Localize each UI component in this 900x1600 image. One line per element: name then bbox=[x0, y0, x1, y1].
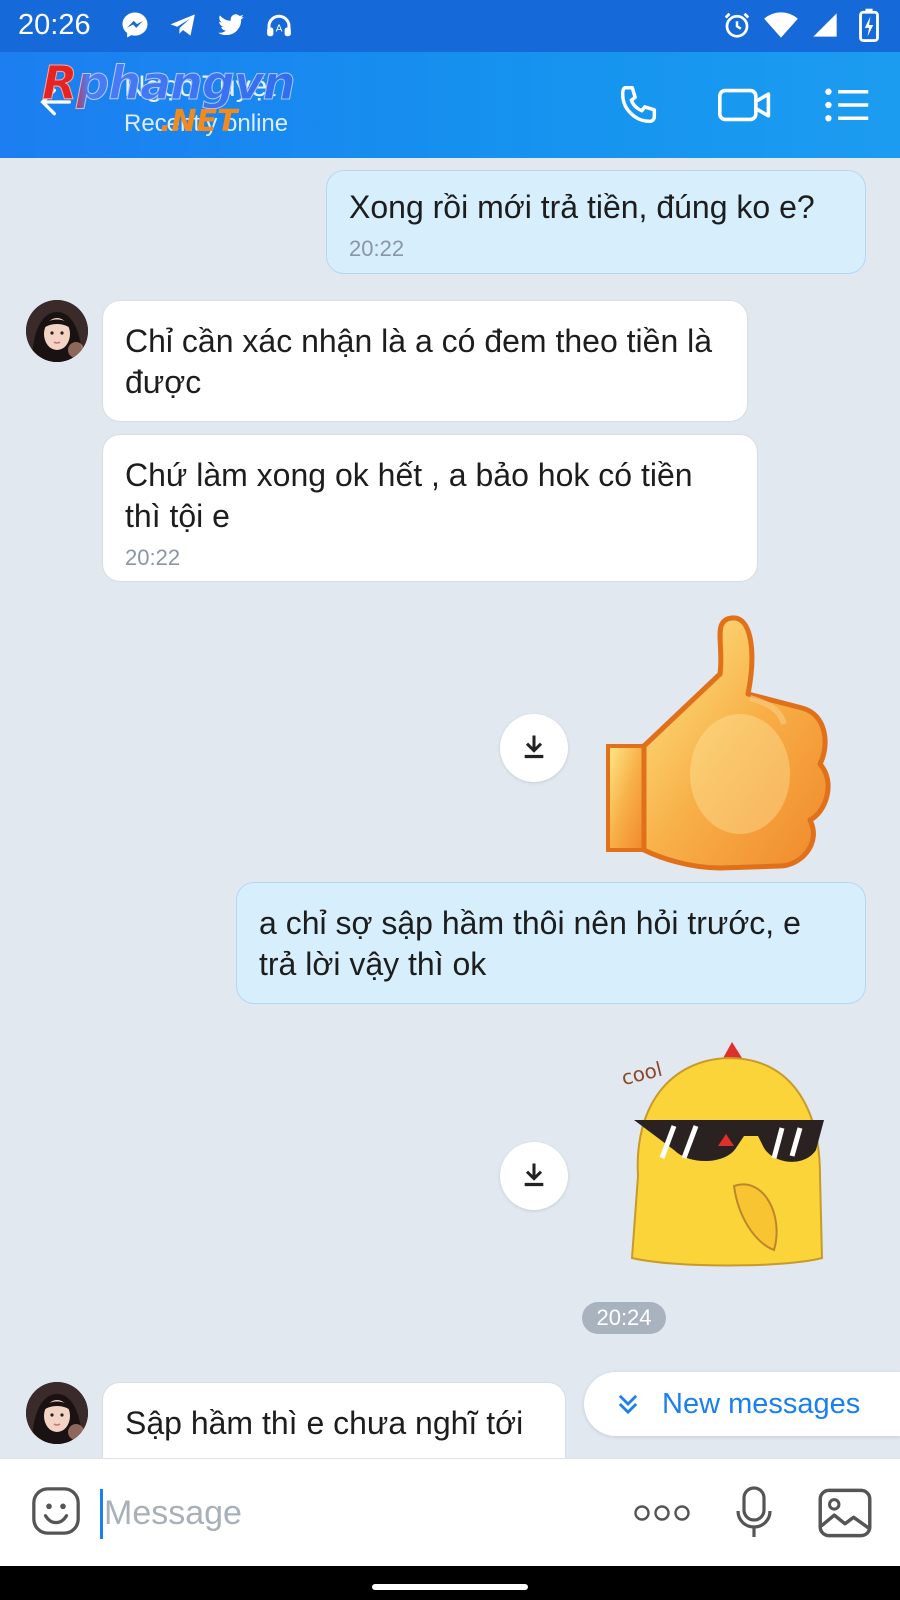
message-bubble-incoming[interactable]: Chỉ cần xác nhận là a có đem theo tiền l… bbox=[102, 300, 748, 422]
download-sticker-button[interactable] bbox=[500, 1142, 568, 1210]
message-text: Sập hầm thì e chưa nghĩ tới bbox=[125, 1405, 524, 1441]
contact-status: Recently online bbox=[124, 110, 289, 137]
message-text: Chỉ cần xác nhận là a có đem theo tiền l… bbox=[125, 323, 713, 400]
message-bubble-incoming[interactable]: Chứ làm xong ok hết , a bảo hok có tiền … bbox=[102, 434, 758, 582]
chat-area[interactable]: Xong rồi mới trả tiền, đúng ko e? 20:22 … bbox=[0, 158, 900, 1458]
emoji-icon[interactable] bbox=[28, 1483, 84, 1539]
double-chevron-down-icon bbox=[614, 1390, 642, 1418]
sticker-cool-text: cool bbox=[619, 1057, 665, 1090]
chat-header: Ngọc Tuyệt Recently online Rphangvn .NET bbox=[0, 52, 900, 158]
message-bubble-outgoing[interactable]: Xong rồi mới trả tiền, đúng ko e? 20:22 bbox=[326, 170, 866, 274]
message-bubble-incoming[interactable]: Sập hầm thì e chưa nghĩ tới bbox=[102, 1382, 566, 1458]
message-text: a chỉ sợ sập hầm thôi nên hỏi trước, e t… bbox=[259, 905, 801, 982]
download-icon bbox=[520, 732, 548, 765]
system-navigation-bar bbox=[0, 1566, 900, 1600]
menu-list-icon[interactable] bbox=[820, 78, 874, 132]
message-bubble-outgoing[interactable]: a chỉ sợ sập hầm thôi nên hỏi trước, e t… bbox=[236, 882, 866, 1004]
image-icon[interactable] bbox=[816, 1485, 874, 1541]
contact-name[interactable]: Ngọc Tuyệt bbox=[124, 70, 276, 104]
message-composer bbox=[0, 1458, 900, 1566]
svg-text:A: A bbox=[276, 23, 283, 34]
download-icon bbox=[520, 1160, 548, 1193]
phone-icon[interactable] bbox=[612, 78, 666, 132]
time-divider: 20:24 bbox=[582, 1302, 666, 1334]
alarm-icon bbox=[720, 8, 754, 42]
twitter-icon bbox=[214, 8, 248, 42]
contact-avatar[interactable] bbox=[26, 300, 88, 362]
message-input[interactable] bbox=[104, 1485, 584, 1541]
microphone-icon[interactable] bbox=[730, 1485, 778, 1541]
status-bar: 20:26 A bbox=[0, 0, 900, 52]
status-time: 20:26 bbox=[18, 9, 91, 41]
new-messages-button[interactable]: New messages bbox=[584, 1372, 900, 1436]
back-arrow-icon[interactable] bbox=[36, 82, 76, 122]
wifi-icon bbox=[764, 8, 798, 42]
new-messages-label: New messages bbox=[662, 1387, 861, 1420]
headset-icon: A bbox=[262, 8, 296, 42]
download-sticker-button[interactable] bbox=[500, 714, 568, 782]
message-time: 20:22 bbox=[349, 236, 405, 261]
message-time: 20:22 bbox=[125, 545, 181, 570]
contact-avatar[interactable] bbox=[26, 1382, 88, 1444]
cool-chick-sticker[interactable]: cool bbox=[614, 1036, 844, 1276]
message-text: Xong rồi mới trả tiền, đúng ko e? bbox=[349, 189, 815, 225]
signal-icon bbox=[808, 8, 842, 42]
home-gesture-handle[interactable] bbox=[372, 1584, 528, 1590]
more-dots-icon[interactable] bbox=[632, 1485, 692, 1541]
battery-charging-icon bbox=[852, 8, 886, 42]
telegram-icon bbox=[166, 8, 200, 42]
video-call-icon[interactable] bbox=[716, 78, 774, 132]
messenger-icon bbox=[118, 8, 152, 42]
thumbs-up-sticker[interactable] bbox=[600, 614, 840, 884]
message-text: Chứ làm xong ok hết , a bảo hok có tiền … bbox=[125, 457, 693, 534]
text-caret bbox=[100, 1489, 103, 1539]
